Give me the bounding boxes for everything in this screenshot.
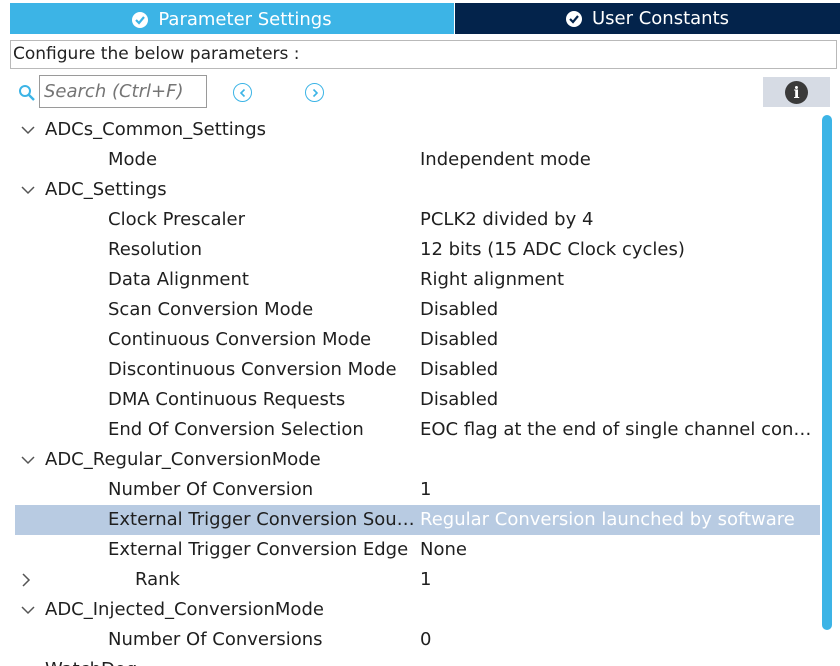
param-row-clock-prescaler[interactable]: Clock Prescaler PCLK2 divided by 4 [15,205,820,235]
check-icon [565,10,582,27]
param-label: External Trigger Conversion Edge [108,539,409,560]
param-value[interactable]: 1 [420,565,818,595]
param-row-end-of-conversion-selection[interactable]: End Of Conversion Selection EOC flag at … [15,415,820,445]
param-label: Mode [108,149,158,170]
param-label: Clock Prescaler [108,209,246,230]
group-adc-settings[interactable]: ADC_Settings [15,175,820,205]
param-row-dma-continuous-requests[interactable]: DMA Continuous Requests Disabled [15,385,820,415]
param-label: End Of Conversion Selection [108,419,364,440]
previous-button[interactable] [233,83,252,102]
chevron-left-icon [239,88,245,97]
chevron-down-icon[interactable] [21,445,37,475]
param-value[interactable]: EOC flag at the end of single channel co… [420,415,818,445]
param-row-mode[interactable]: Mode Independent mode [15,145,820,175]
param-value[interactable]: Disabled [420,325,818,355]
param-row-data-alignment[interactable]: Data Alignment Right alignment [15,265,820,295]
chevron-right-icon[interactable] [21,565,37,595]
param-row-scan-conversion-mode[interactable]: Scan Conversion Mode Disabled [15,295,820,325]
tab-label: User Constants [591,8,730,29]
param-value[interactable]: Disabled [420,355,818,385]
group-label: WatchDog [45,655,137,666]
tab-parameter-settings[interactable]: Parameter Settings [10,3,454,34]
vertical-scrollbar[interactable] [820,115,840,666]
parameter-tree: ADCs_Common_Settings Mode Independent mo… [0,115,820,666]
param-label: DMA Continuous Requests [108,389,346,410]
group-label: ADCs_Common_Settings [45,119,267,140]
param-label: Continuous Conversion Mode [108,329,372,350]
param-label: Data Alignment [108,269,249,290]
param-value[interactable]: Regular Conversion launched by software [420,505,818,535]
param-label: Rank [135,569,180,590]
param-label: Scan Conversion Mode [108,299,314,320]
param-label: Number Of Conversions [108,629,323,650]
group-adcs-common-settings[interactable]: ADCs_Common_Settings [15,115,820,145]
param-label: Number Of Conversion [108,479,314,500]
check-icon [132,11,149,28]
group-adc-injected-conversionmode[interactable]: ADC_Injected_ConversionMode [15,595,820,625]
group-label: ADC_Regular_ConversionMode [45,449,321,470]
group-label: ADC_Injected_ConversionMode [45,599,324,620]
tab-label: Parameter Settings [158,9,332,30]
param-row-external-trigger-edge[interactable]: External Trigger Conversion Edge None [15,535,820,565]
chevron-down-icon[interactable] [21,595,37,625]
param-row-rank[interactable]: Rank 1 [15,565,820,595]
chevron-down-icon[interactable] [21,175,37,205]
tab-user-constants[interactable]: User Constants [455,3,840,34]
info-button[interactable]: i [763,77,830,107]
param-label: Discontinuous Conversion Mode [108,359,397,380]
param-value[interactable]: PCLK2 divided by 4 [420,205,818,235]
param-row-external-trigger-source[interactable]: External Trigger Conversion Sou… Regular… [15,505,820,535]
chevron-down-icon[interactable] [21,655,37,666]
search-input[interactable] [39,75,207,108]
param-value[interactable]: Independent mode [420,145,818,175]
search-icon [18,84,36,106]
param-value[interactable]: None [420,535,818,565]
param-value[interactable]: 1 [420,475,818,505]
param-row-number-of-conversions[interactable]: Number Of Conversions 0 [15,625,820,655]
group-label: ADC_Settings [45,179,167,200]
param-label: External Trigger Conversion Sou… [108,509,415,530]
param-label: Resolution [108,239,203,260]
toolbar: i [0,74,840,112]
param-value[interactable]: 12 bits (15 ADC Clock cycles) [420,235,818,265]
param-row-discontinuous-conversion-mode[interactable]: Discontinuous Conversion Mode Disabled [15,355,820,385]
group-adc-regular-conversionmode[interactable]: ADC_Regular_ConversionMode [15,445,820,475]
tab-bar: Parameter Settings User Constants [0,0,840,34]
scrollbar-thumb[interactable] [822,115,832,630]
group-watchdog[interactable]: WatchDog [15,655,820,666]
param-row-number-of-conversion[interactable]: Number Of Conversion 1 [15,475,820,505]
configure-banner: Configure the below parameters : [10,40,837,69]
next-button[interactable] [305,83,324,102]
chevron-down-icon[interactable] [21,115,37,145]
chevron-right-icon [312,88,318,97]
param-value[interactable]: Right alignment [420,265,818,295]
param-value[interactable]: Disabled [420,295,818,325]
param-row-continuous-conversion-mode[interactable]: Continuous Conversion Mode Disabled [15,325,820,355]
param-value[interactable]: 0 [420,625,818,655]
param-row-resolution[interactable]: Resolution 12 bits (15 ADC Clock cycles) [15,235,820,265]
info-icon: i [785,80,808,104]
param-value[interactable]: Disabled [420,385,818,415]
